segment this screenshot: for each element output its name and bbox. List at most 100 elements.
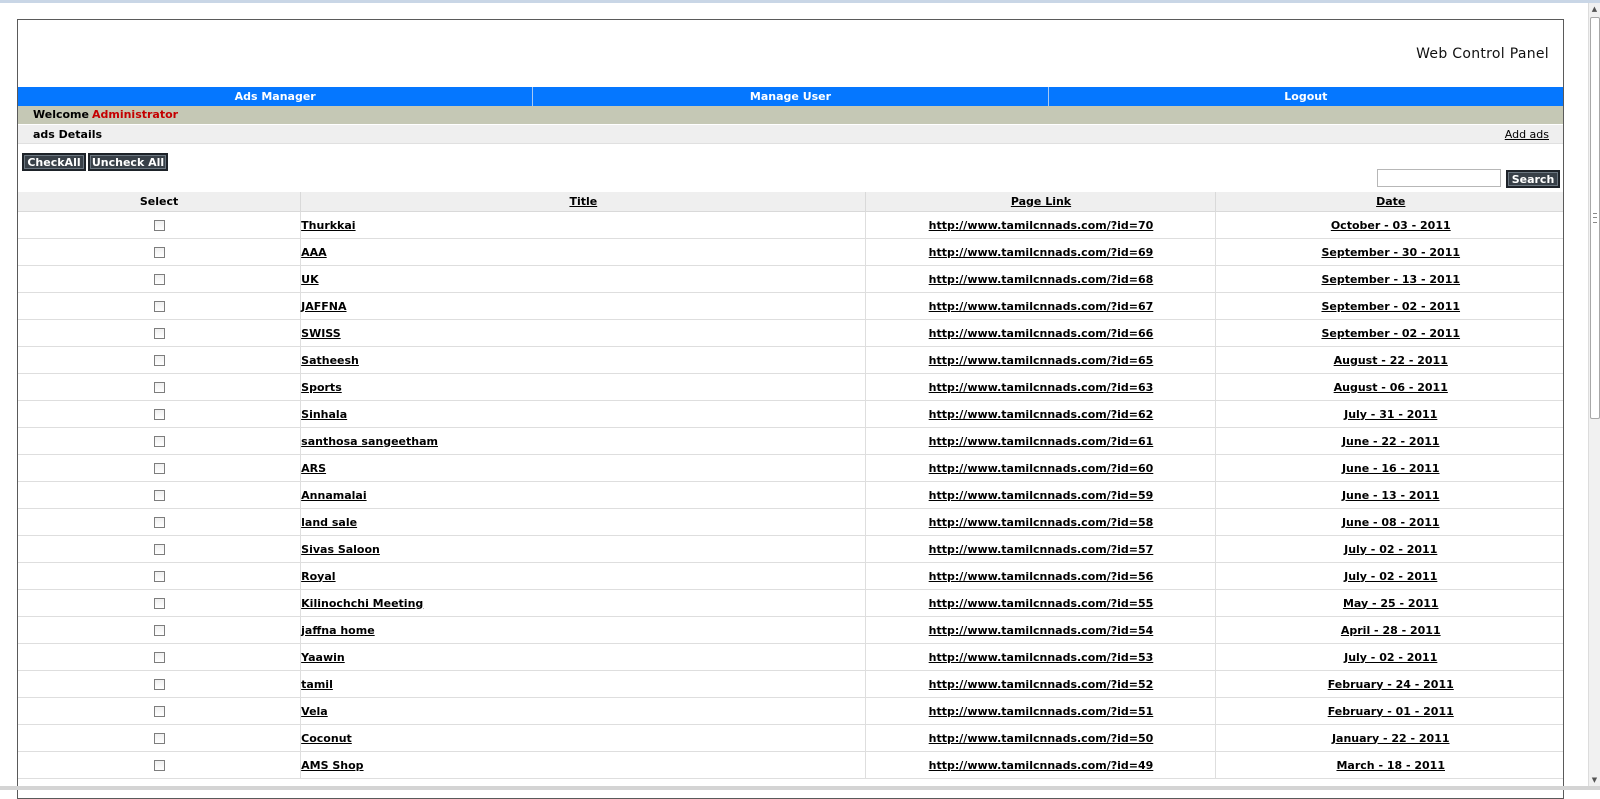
ad-title-link[interactable]: Thurkkai [301,219,355,232]
nav-manage-user[interactable]: Manage User [533,87,1049,106]
ad-title-link[interactable]: Coconut [301,732,352,745]
ad-date-link[interactable]: September - 13 - 2011 [1321,273,1460,286]
row-checkbox[interactable] [153,355,165,366]
ad-date-link[interactable]: July - 02 - 2011 [1344,543,1437,556]
row-checkbox[interactable] [153,625,165,636]
ad-page-link[interactable]: http://www.tamilcnnads.com/?id=62 [929,408,1154,421]
ad-page-link[interactable]: http://www.tamilcnnads.com/?id=63 [929,381,1154,394]
ad-page-link[interactable]: http://www.tamilcnnads.com/?id=55 [929,597,1154,610]
ad-page-link[interactable]: http://www.tamilcnnads.com/?id=70 [929,219,1154,232]
ad-title-link[interactable]: Sivas Saloon [301,543,380,556]
row-checkbox[interactable] [153,436,165,447]
ad-date-link[interactable]: June - 08 - 2011 [1342,516,1440,529]
ad-title-link[interactable]: Royal [301,570,335,583]
ad-page-link[interactable]: http://www.tamilcnnads.com/?id=51 [929,705,1154,718]
ad-title-link[interactable]: SWISS [301,327,341,340]
row-checkbox[interactable] [153,301,165,312]
row-checkbox[interactable] [153,490,165,501]
ad-title-link[interactable]: Satheesh [301,354,359,367]
row-checkbox[interactable] [153,220,165,231]
ad-page-link[interactable]: http://www.tamilcnnads.com/?id=54 [929,624,1154,637]
row-checkbox[interactable] [153,247,165,258]
ad-date-link[interactable]: August - 06 - 2011 [1334,381,1448,394]
row-checkbox[interactable] [153,733,165,744]
row-checkbox[interactable] [153,679,165,690]
ad-page-link[interactable]: http://www.tamilcnnads.com/?id=56 [929,570,1154,583]
ad-title-link[interactable]: Vela [301,705,328,718]
row-checkbox[interactable] [153,463,165,474]
ad-date-link[interactable]: May - 25 - 2011 [1343,597,1439,610]
ad-title-link[interactable]: Yaawin [301,651,345,664]
nav-ads-manager[interactable]: Ads Manager [18,87,534,106]
row-checkbox[interactable] [153,571,165,582]
scrollbar-thumb[interactable] [1590,17,1600,419]
scroll-up-arrow-icon[interactable]: ▲ [1589,3,1600,15]
ad-title-link[interactable]: UK [301,273,318,286]
ad-date-link[interactable]: June - 22 - 2011 [1342,435,1440,448]
ad-title-link[interactable]: AMS Shop [301,759,363,772]
ad-date-link[interactable]: April - 28 - 2011 [1341,624,1441,637]
row-checkbox[interactable] [153,517,165,528]
ad-date-link[interactable]: August - 22 - 2011 [1334,354,1448,367]
ad-title-link[interactable]: Kilinochchi Meeting [301,597,423,610]
ad-date-link[interactable]: July - 31 - 2011 [1344,408,1437,421]
ad-page-link[interactable]: http://www.tamilcnnads.com/?id=69 [929,246,1154,259]
column-header-title[interactable]: Title [300,192,867,212]
ad-page-link[interactable]: http://www.tamilcnnads.com/?id=57 [929,543,1154,556]
ad-page-link[interactable]: http://www.tamilcnnads.com/?id=60 [929,462,1154,475]
ad-page-link[interactable]: http://www.tamilcnnads.com/?id=67 [929,300,1154,313]
ad-title-link[interactable]: jaffna home [301,624,375,637]
ad-date-link[interactable]: January - 22 - 2011 [1332,732,1450,745]
ad-page-link[interactable]: http://www.tamilcnnads.com/?id=59 [929,489,1154,502]
ad-page-link[interactable]: http://www.tamilcnnads.com/?id=58 [929,516,1154,529]
row-checkbox[interactable] [153,760,165,771]
row-checkbox[interactable] [153,706,165,717]
ad-title-link[interactable]: Sports [301,381,342,394]
column-header-date[interactable]: Date [1215,192,1563,212]
row-checkbox[interactable] [153,652,165,663]
row-checkbox[interactable] [153,382,165,393]
ad-title-link[interactable]: land sale [301,516,357,529]
ad-date-link[interactable]: September - 02 - 2011 [1321,300,1460,313]
ad-title-link[interactable]: Sinhala [301,408,347,421]
ad-date-link[interactable]: July - 02 - 2011 [1344,570,1437,583]
row-checkbox[interactable] [153,598,165,609]
scroll-down-arrow-icon[interactable]: ▼ [1589,774,1600,786]
ad-date-link[interactable]: February - 24 - 2011 [1328,678,1454,691]
ad-page-link[interactable]: http://www.tamilcnnads.com/?id=52 [929,678,1154,691]
title-cell: Satheesh [300,346,867,374]
ad-date-link[interactable]: September - 30 - 2011 [1321,246,1460,259]
ad-date-link[interactable]: February - 01 - 2011 [1328,705,1454,718]
vertical-scrollbar[interactable]: ▲ ▼ [1588,3,1600,786]
row-checkbox[interactable] [153,544,165,555]
ad-title-link[interactable]: Annamalai [301,489,366,502]
ad-page-link[interactable]: http://www.tamilcnnads.com/?id=65 [929,354,1154,367]
ad-page-link[interactable]: http://www.tamilcnnads.com/?id=66 [929,327,1154,340]
ad-date-link[interactable]: July - 02 - 2011 [1344,651,1437,664]
search-input[interactable] [1377,169,1501,187]
ad-date-link[interactable]: September - 02 - 2011 [1321,327,1460,340]
ad-date-link[interactable]: June - 13 - 2011 [1342,489,1440,502]
ad-title-link[interactable]: tamil [301,678,333,691]
ad-page-link[interactable]: http://www.tamilcnnads.com/?id=53 [929,651,1154,664]
ad-title-link[interactable]: ARS [301,462,326,475]
ad-page-link[interactable]: http://www.tamilcnnads.com/?id=68 [929,273,1154,286]
row-checkbox[interactable] [153,274,165,285]
ad-title-link[interactable]: JAFFNA [301,300,346,313]
search-button[interactable]: Search [1506,170,1560,188]
ad-date-link[interactable]: October - 03 - 2011 [1331,219,1451,232]
row-checkbox[interactable] [153,328,165,339]
ad-page-link[interactable]: http://www.tamilcnnads.com/?id=50 [929,732,1154,745]
ad-title-link[interactable]: AAA [301,246,327,259]
uncheck-all-button[interactable]: Uncheck All [88,153,168,171]
add-ads-link[interactable]: Add ads [1505,125,1549,144]
ad-date-link[interactable]: June - 16 - 2011 [1342,462,1440,475]
ad-page-link[interactable]: http://www.tamilcnnads.com/?id=61 [929,435,1154,448]
nav-logout[interactable]: Logout [1049,87,1563,106]
ad-date-link[interactable]: March - 18 - 2011 [1336,759,1445,772]
ad-title-link[interactable]: santhosa sangeetham [301,435,438,448]
row-checkbox[interactable] [153,409,165,420]
ad-page-link[interactable]: http://www.tamilcnnads.com/?id=49 [929,759,1154,772]
check-all-button[interactable]: CheckAll [22,153,86,171]
column-header-page-link[interactable]: Page Link [865,192,1217,212]
